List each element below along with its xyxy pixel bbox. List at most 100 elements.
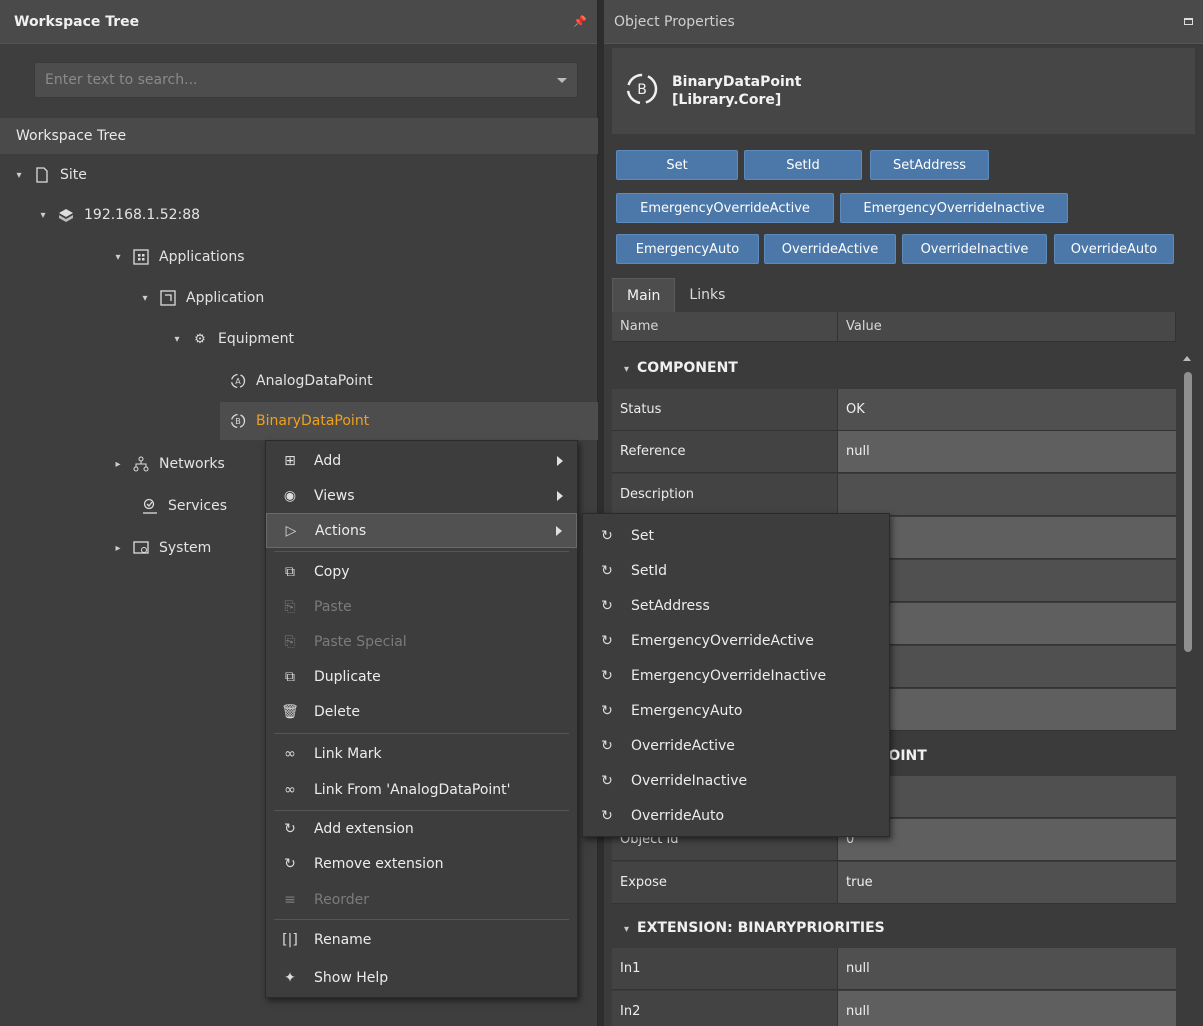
menu-item-add-extension[interactable]: ↻ Add extension [266, 811, 577, 846]
menu-item-actions[interactable]: ▷ Actions [266, 513, 577, 548]
help-bulb-icon: ✦ [284, 969, 296, 986]
tree-item-label: Services [168, 498, 228, 514]
tree-item-applications[interactable]: ▾ Applications [113, 238, 245, 276]
submenu-item-emergencyoverrideinactive[interactable]: ↻ EmergencyOverrideInactive [583, 658, 889, 693]
submenu-item-setid[interactable]: ↻ SetId [583, 553, 889, 588]
action-button-overrideinactive[interactable]: OverrideInactive [902, 234, 1047, 264]
applications-icon [131, 247, 151, 267]
menu-item-add[interactable]: ⊞ Add [266, 443, 577, 478]
search-box[interactable] [34, 62, 578, 98]
menu-item-show-help[interactable]: ✦ Show Help [266, 960, 577, 995]
tree-item-equipment[interactable]: ▾ ⚙ Equipment [172, 320, 294, 358]
menu-item-views[interactable]: ◉ Views [266, 478, 577, 513]
tree-item-site[interactable]: ▾ Site [14, 156, 87, 194]
menu-label: Paste Special [314, 633, 407, 650]
tree-item-system[interactable]: ▸ System [113, 529, 211, 567]
menu-label: Reorder [314, 891, 370, 908]
expand-triangle-icon[interactable]: ▾ [140, 293, 150, 304]
property-value[interactable]: true [838, 862, 1176, 904]
analog-datapoint-icon: A [228, 371, 248, 391]
menu-separator [274, 551, 569, 552]
tree-item-label: Applications [159, 249, 245, 265]
column-header-name[interactable]: Name [612, 312, 838, 341]
collapse-triangle-icon[interactable]: ▸ [113, 459, 123, 470]
tree-item-networks[interactable]: ▸ Networks [113, 445, 224, 483]
property-value[interactable]: null [838, 948, 1176, 990]
submenu-item-overrideauto[interactable]: ↻ OverrideAuto [583, 798, 889, 833]
expand-triangle-icon[interactable]: ▾ [113, 252, 123, 263]
panel-title: Object Properties [614, 13, 735, 30]
action-button-overrideactive[interactable]: OverrideActive [764, 234, 896, 264]
menu-label: Remove extension [314, 855, 444, 872]
section-title: EXTENSION: BINARYPRIORITIES [637, 920, 885, 936]
chevron-down-icon[interactable] [557, 77, 567, 83]
action-button-emergencyoverrideinactive[interactable]: EmergencyOverrideInactive [840, 193, 1068, 223]
action-icon: ↻ [284, 820, 296, 837]
menu-item-link-mark[interactable]: ∞ Link Mark [266, 736, 577, 771]
action-button-emergencyauto[interactable]: EmergencyAuto [616, 234, 759, 264]
submenu-arrow-icon [556, 525, 562, 536]
menu-item-delete[interactable]: 🗑 Delete [266, 694, 577, 729]
action-icon: ↻ [601, 737, 613, 754]
expand-triangle-icon[interactable]: ▾ [172, 334, 182, 345]
action-button-setid[interactable]: SetId [744, 150, 862, 180]
tree-item-label: BinaryDataPoint [256, 413, 370, 429]
collapse-triangle-icon[interactable]: ▾ [624, 364, 629, 375]
menu-item-duplicate[interactable]: ⧉ Duplicate [266, 659, 577, 694]
tree-item-server[interactable]: ▾ 192.168.1.52:88 [38, 196, 200, 234]
menu-item-rename[interactable]: [|] Rename [266, 922, 577, 957]
submenu-label: EmergencyOverrideActive [631, 632, 814, 649]
expand-triangle-icon[interactable]: ▾ [38, 210, 48, 221]
menu-item-link-from[interactable]: ∞ Link From 'AnalogDataPoint' [266, 772, 577, 807]
submenu-item-overrideactive[interactable]: ↻ OverrideActive [583, 728, 889, 763]
action-icon: ↻ [601, 702, 613, 719]
tab-main[interactable]: Main [612, 278, 676, 312]
scroll-up-arrow-icon[interactable] [1183, 356, 1191, 361]
submenu-item-overrideinactive[interactable]: ↻ OverrideInactive [583, 763, 889, 798]
section-component[interactable]: ▾ COMPONENT [612, 348, 1176, 388]
action-button-setaddress[interactable]: SetAddress [870, 150, 989, 180]
property-row[interactable]: Description [612, 474, 1176, 516]
tree-item-application[interactable]: ▾ Application [140, 279, 264, 317]
menu-item-paste[interactable]: ⎘ Paste [266, 589, 577, 624]
menu-label: Link From 'AnalogDataPoint' [314, 781, 511, 798]
menu-item-remove-extension[interactable]: ↻ Remove extension [266, 846, 577, 881]
menu-item-reorder[interactable]: ≡ Reorder [266, 882, 577, 917]
property-row[interactable]: In2 null [612, 991, 1176, 1026]
property-value[interactable]: null [838, 431, 1176, 473]
submenu-item-emergencyoverrideactive[interactable]: ↻ EmergencyOverrideActive [583, 623, 889, 658]
property-row[interactable]: Reference null [612, 431, 1176, 473]
action-button-emergencyoverrideactive[interactable]: EmergencyOverrideActive [616, 193, 834, 223]
property-row[interactable]: Status OK [612, 389, 1176, 431]
submenu-item-set[interactable]: ↻ Set [583, 518, 889, 553]
scrollbar-thumb[interactable] [1184, 372, 1192, 652]
tree-item-services[interactable]: Services [140, 487, 227, 525]
property-row[interactable]: Expose true [612, 862, 1176, 904]
tree-item-analogdatapoint[interactable]: A AnalogDataPoint [228, 362, 373, 400]
property-value[interactable] [838, 474, 1176, 516]
vertical-scrollbar[interactable] [1180, 352, 1194, 1026]
tab-links[interactable]: Links [675, 278, 739, 312]
property-row[interactable]: In1 null [612, 948, 1176, 990]
expand-triangle-icon[interactable]: ▾ [14, 170, 24, 181]
collapse-triangle-icon[interactable]: ▾ [624, 924, 629, 935]
column-header-value[interactable]: Value [838, 312, 1176, 341]
submenu-item-setaddress[interactable]: ↻ SetAddress [583, 588, 889, 623]
section-binarypriorities[interactable]: ▾ EXTENSION: BINARYPRIORITIES [612, 908, 1176, 948]
menu-item-copy[interactable]: ⧉ Copy [266, 554, 577, 589]
menu-label: Duplicate [314, 668, 381, 685]
property-value[interactable]: null [838, 991, 1176, 1026]
menu-item-paste-special[interactable]: ⎘ Paste Special [266, 624, 577, 659]
action-button-overrideauto[interactable]: OverrideAuto [1054, 234, 1174, 264]
search-input[interactable] [45, 72, 525, 88]
pin-icon[interactable]: 📌 [573, 15, 587, 28]
submenu-item-emergencyauto[interactable]: ↻ EmergencyAuto [583, 693, 889, 728]
collapse-triangle-icon[interactable]: ▸ [113, 543, 123, 554]
property-value[interactable]: OK [838, 389, 1176, 431]
action-button-set[interactable]: Set [616, 150, 738, 180]
binary-datapoint-icon: B [624, 71, 660, 111]
maximize-icon[interactable] [1184, 18, 1193, 25]
tree-item-binarydatapoint[interactable]: B BinaryDataPoint [220, 402, 598, 440]
tree-item-label: Site [60, 167, 87, 183]
action-icon: ↻ [601, 562, 613, 579]
